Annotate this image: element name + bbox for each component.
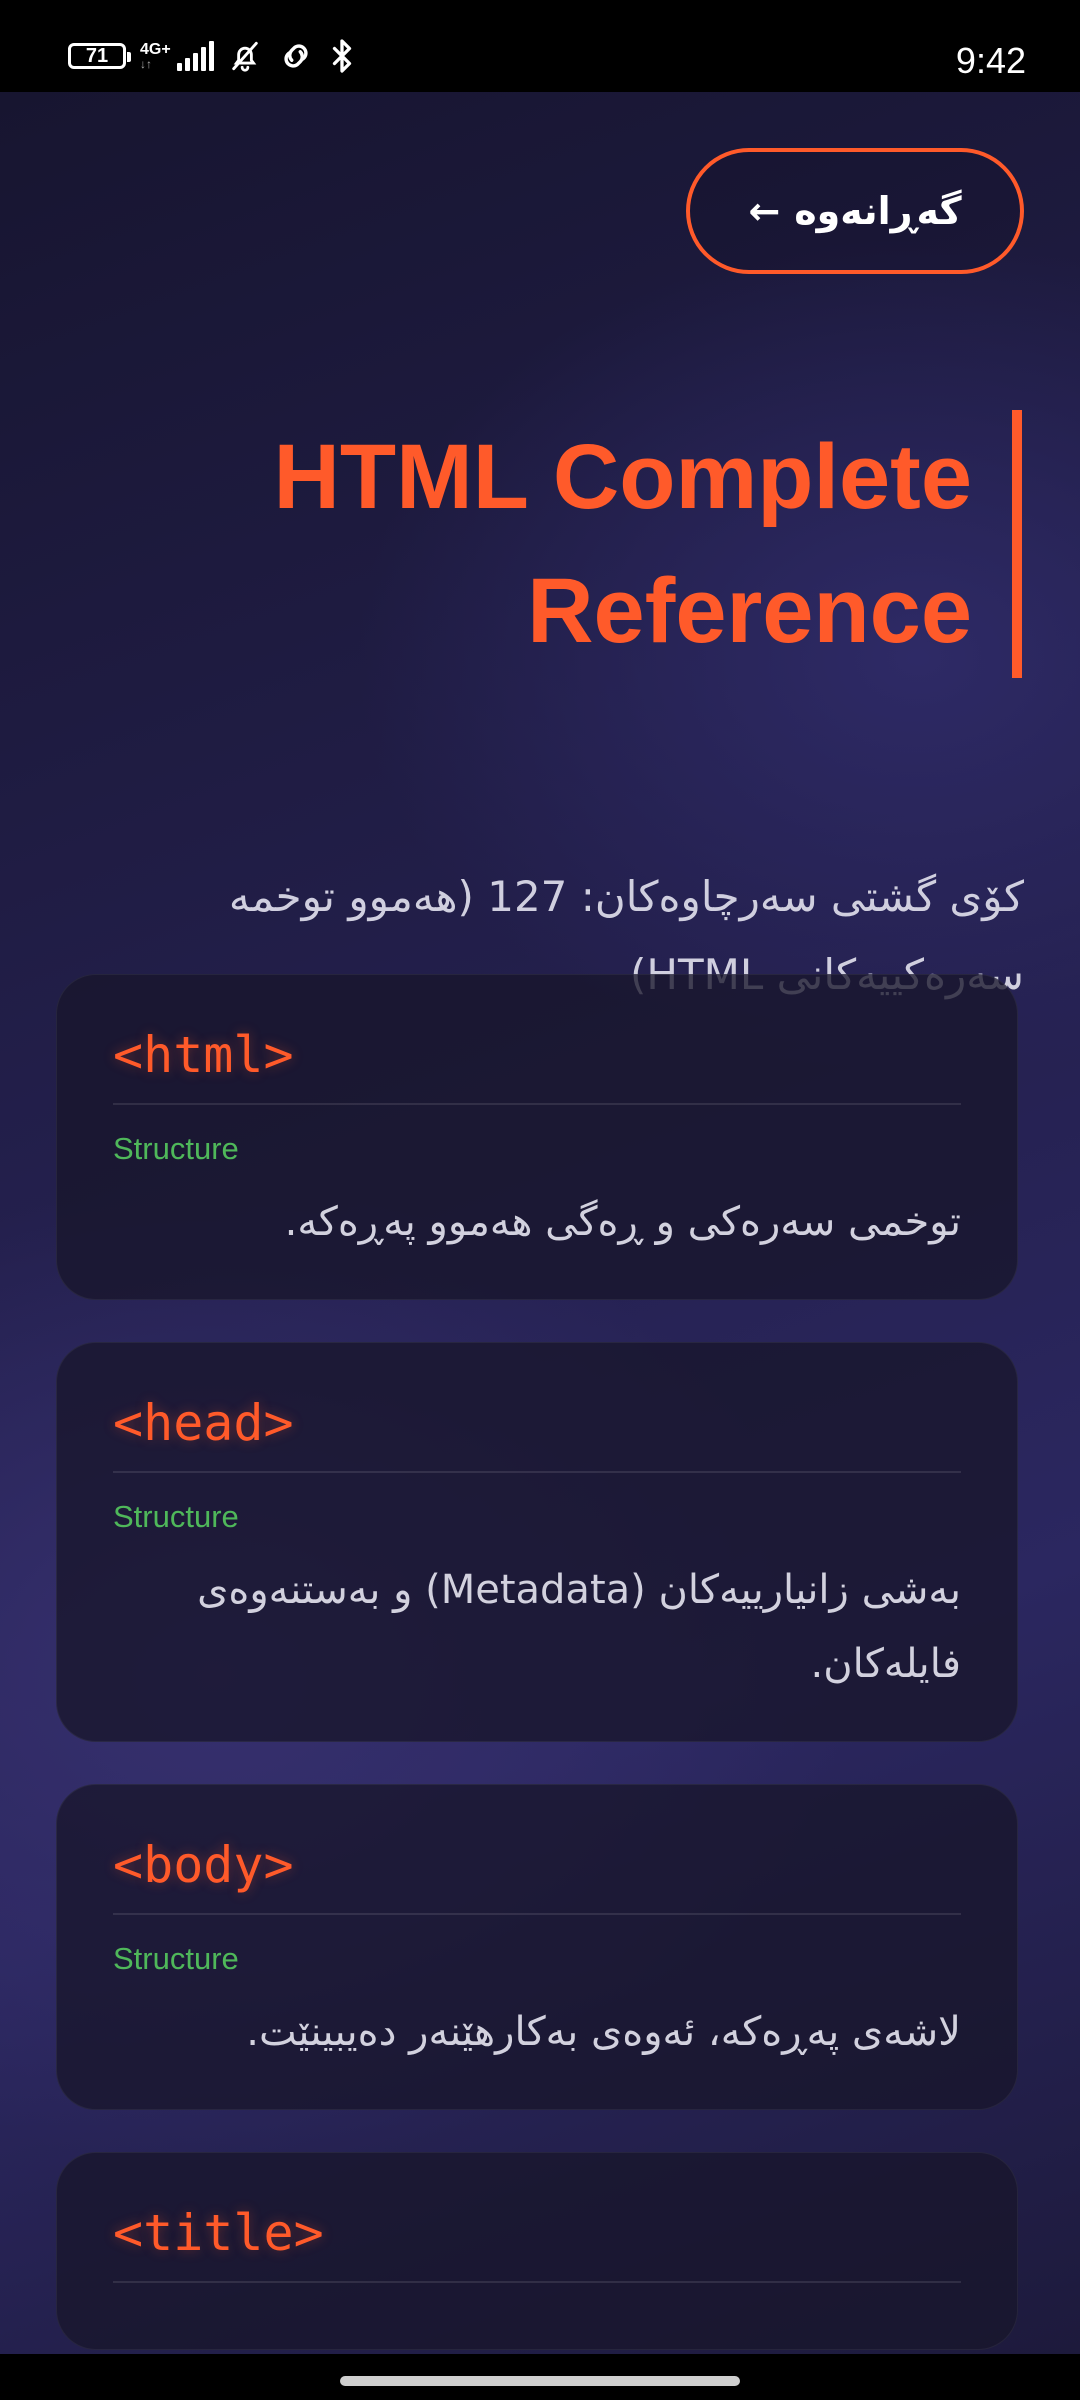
- network-arrows: ↓↑: [140, 57, 152, 71]
- card-description: لاشەی پەڕەکە، ئەوەی بەکارهێنەر دەیبینێت.: [246, 2009, 961, 2055]
- network-type-label: 4G+: [140, 41, 171, 58]
- page-title: HTML Complete Reference: [273, 426, 972, 662]
- card-tag: <head>: [113, 1393, 961, 1473]
- home-gesture-handle[interactable]: [340, 2376, 740, 2386]
- back-arrow-icon: ←: [748, 189, 781, 233]
- card-category: Structure: [113, 1499, 239, 1534]
- status-icons: 71 4G+ ↓↑: [68, 38, 354, 74]
- reference-card[interactable]: <html> Structure توخمی سەرەکی و ڕەگی هەم…: [56, 974, 1018, 1300]
- battery-level: 71: [85, 44, 109, 67]
- bell-muted-icon: [228, 39, 262, 73]
- reference-card[interactable]: <head> Structure بەشی زانیارییەکان (Meta…: [56, 1342, 1018, 1742]
- link-icon: [276, 39, 316, 73]
- reference-card[interactable]: <title>: [56, 2152, 1018, 2350]
- status-bar: 71 4G+ ↓↑ 9:42: [0, 0, 1080, 92]
- bluetooth-icon: [330, 38, 354, 74]
- card-description: توخمی سەرەکی و ڕەگی هەموو پەڕەکە.: [284, 1199, 961, 1245]
- back-button-label: گەڕانەوە: [794, 189, 962, 233]
- navigation-bar: [0, 2354, 1080, 2400]
- card-tag: <html>: [113, 1025, 961, 1105]
- page-title-block: HTML Complete Reference: [122, 410, 1022, 678]
- battery-icon: 71: [68, 43, 131, 69]
- card-category: Structure: [113, 1941, 239, 1976]
- card-description: بەشی زانیارییەکان (Metadata) و بەستنەوەی…: [197, 1567, 961, 1687]
- network-type: 4G+ ↓↑: [140, 41, 171, 71]
- reference-card[interactable]: <body> Structure لاشەی پەڕەکە، ئەوەی بەک…: [56, 1784, 1018, 2110]
- card-tag: <title>: [113, 2203, 961, 2283]
- clock: 9:42: [955, 40, 1026, 81]
- app-screen: گەڕانەوە ← HTML Complete Reference کۆی گ…: [0, 92, 1080, 2354]
- signal-icon: [176, 41, 214, 71]
- back-button[interactable]: گەڕانەوە ←: [686, 148, 1024, 274]
- reference-list: <html> Structure توخمی سەرەکی و ڕەگی هەم…: [56, 974, 1018, 2354]
- card-tag: <body>: [113, 1835, 961, 1915]
- card-category: Structure: [113, 1131, 239, 1166]
